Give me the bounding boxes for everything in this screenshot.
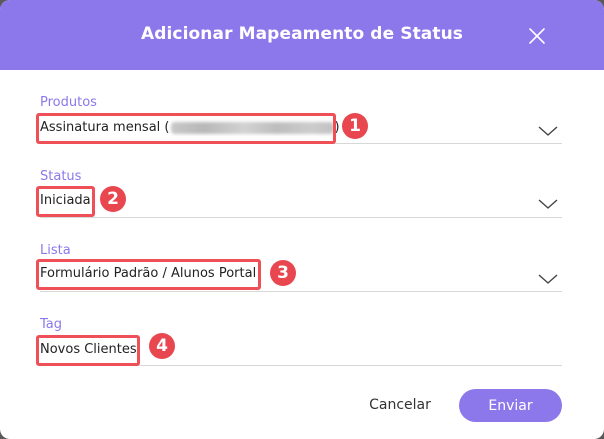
cancel-button[interactable]: Cancelar: [360, 389, 440, 421]
tag-label: Tag: [40, 317, 63, 332]
highlight-box-tag: [36, 335, 140, 366]
close-icon: [529, 28, 545, 44]
dialog-header: Adicionar Mapeamento de Status: [0, 0, 604, 70]
add-status-mapping-dialog: Adicionar Mapeamento de Status Produtos …: [0, 0, 604, 439]
step-badge-2: 2: [100, 186, 126, 212]
highlight-box-produtos: [36, 113, 336, 144]
close-button[interactable]: [524, 23, 550, 49]
status-label: Status: [40, 169, 82, 184]
produtos-label: Produtos: [40, 95, 97, 110]
highlight-box-status: [36, 186, 95, 217]
step-badge-4: 4: [149, 333, 175, 359]
submit-button[interactable]: Enviar: [459, 389, 562, 422]
chevron-down-icon[interactable]: [537, 272, 559, 286]
lista-label: Lista: [40, 243, 71, 258]
highlight-box-lista: [36, 259, 261, 290]
chevron-down-icon[interactable]: [537, 197, 559, 211]
lista-underline: [40, 291, 562, 292]
step-badge-3: 3: [270, 260, 296, 286]
dialog-title: Adicionar Mapeamento de Status: [140, 24, 464, 44]
step-badge-1: 1: [342, 113, 368, 139]
status-underline: [40, 217, 562, 218]
chevron-down-icon[interactable]: [537, 124, 559, 138]
